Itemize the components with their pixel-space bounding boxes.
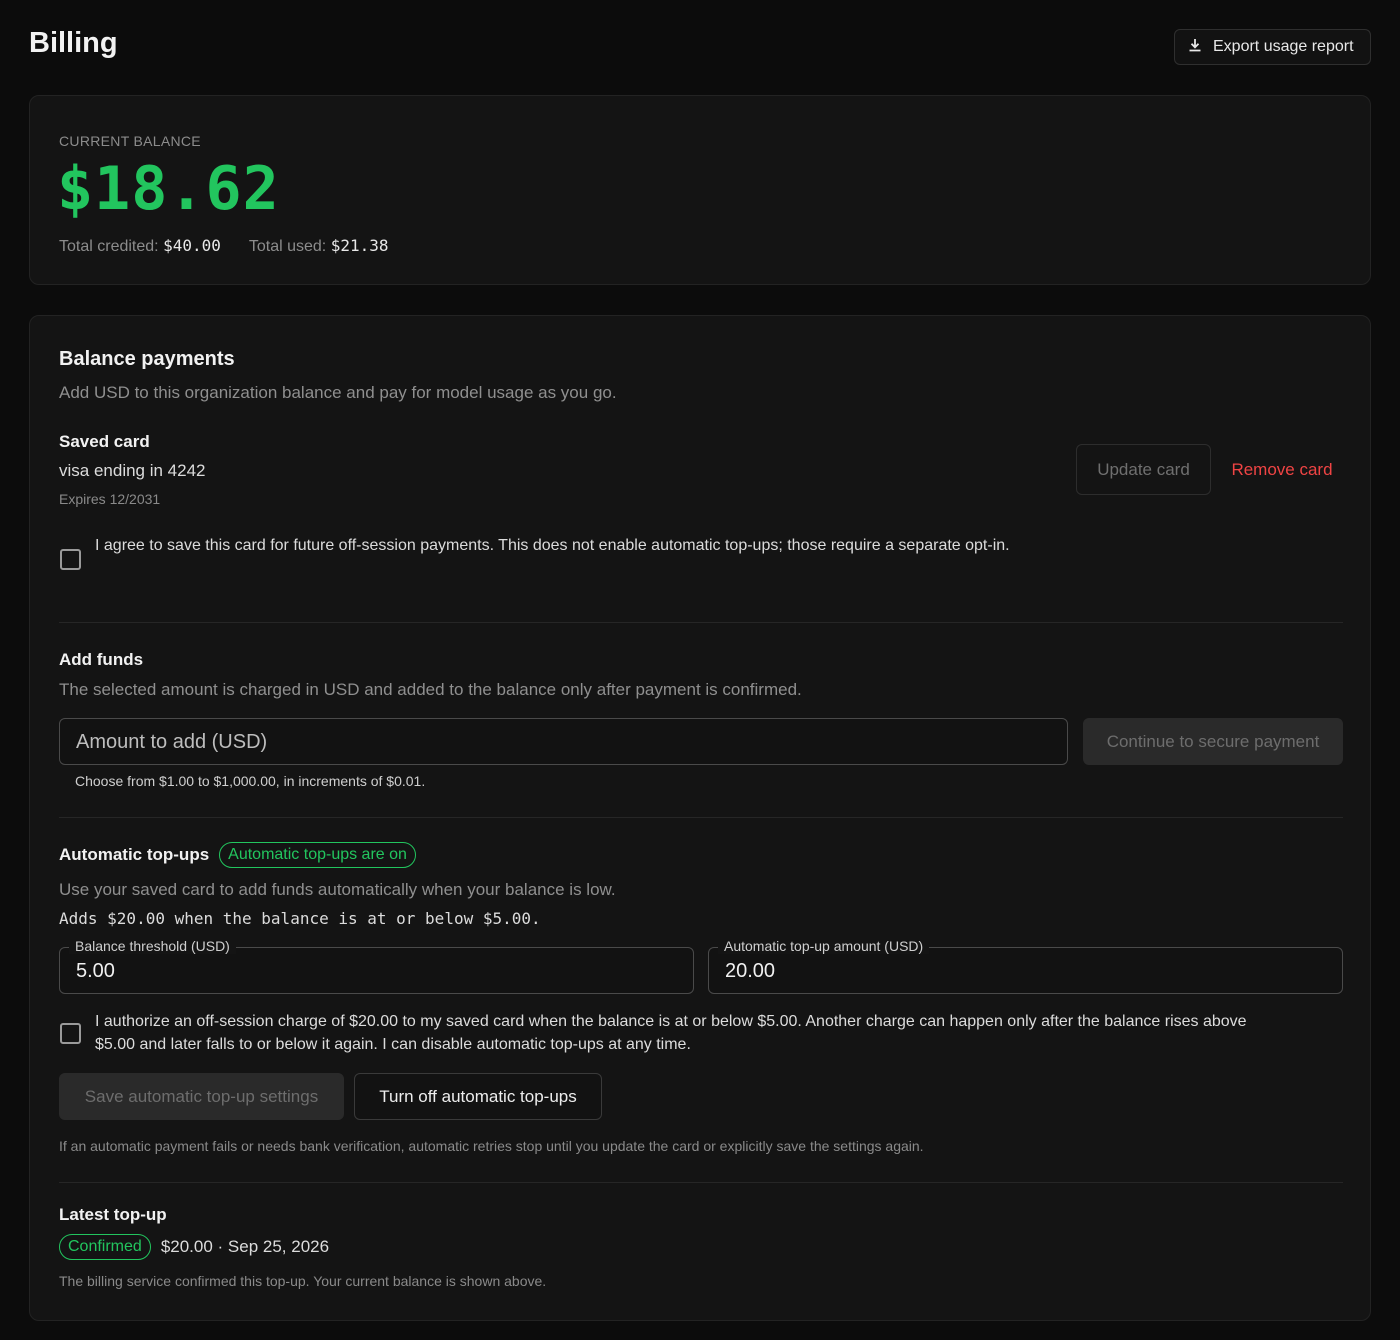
total-credited-label: Total credited: — [59, 238, 159, 255]
balance-threshold-field[interactable]: 5.00 — [59, 947, 694, 994]
divider — [59, 817, 1343, 818]
page-title: Billing — [29, 27, 118, 59]
latest-topup-row: Confirmed $20.00 · Sep 25, 2026 — [59, 1234, 329, 1260]
authorize-off-session-text: I authorize an off-session charge of $20… — [95, 1010, 1247, 1056]
current-balance-label: CURRENT BALANCE — [59, 133, 201, 149]
auto-topups-description: Use your saved card to add funds automat… — [59, 880, 616, 899]
save-card-consent-text: I agree to save this card for future off… — [95, 537, 1010, 554]
divider — [59, 622, 1343, 623]
turn-off-auto-topups-button[interactable]: Turn off automatic top-ups — [354, 1073, 602, 1120]
divider — [59, 1182, 1343, 1183]
auto-topup-amount-value: 20.00 — [725, 960, 776, 982]
add-funds-description: The selected amount is charged in USD an… — [59, 680, 802, 699]
saved-card-number: visa ending in 4242 — [59, 461, 206, 480]
latest-topup-summary: $20.00 · Sep 25, 2026 — [160, 1237, 330, 1256]
add-funds-helper-text: Choose from $1.00 to $1,000.00, in incre… — [75, 773, 426, 789]
auto-topups-footnote: If an automatic payment fails or needs b… — [59, 1138, 924, 1154]
authorize-off-session-checkbox[interactable] — [60, 1023, 81, 1044]
auto-topups-heading: Automatic top-ups — [59, 845, 210, 864]
balance-payments-title: Balance payments — [59, 348, 235, 370]
auto-topups-status-badge: Automatic top-ups are on — [219, 842, 416, 868]
balance-card: CURRENT BALANCE $18.62 Total credited: $… — [29, 95, 1371, 285]
latest-topup-note: The billing service confirmed this top-u… — [59, 1273, 547, 1289]
total-used: Total used: $21.38 — [249, 236, 389, 256]
auto-topups-header: Automatic top-ups Automatic top-ups are … — [59, 842, 416, 868]
auto-topup-amount-field[interactable]: 20.00 — [708, 947, 1343, 994]
latest-topup-heading: Latest top-up — [59, 1205, 167, 1224]
save-card-consent-checkbox[interactable] — [60, 549, 81, 570]
total-credited: Total credited: $40.00 — [59, 236, 221, 256]
update-card-button[interactable]: Update card — [1076, 444, 1211, 495]
total-used-value: $21.38 — [330, 236, 389, 255]
balance-threshold-label: Balance threshold (USD) — [69, 938, 236, 954]
total-used-label: Total used: — [248, 238, 327, 255]
auto-topups-rule: Adds $20.00 when the balance is at or be… — [59, 909, 541, 928]
saved-card-heading: Saved card — [59, 432, 150, 451]
export-usage-report-button[interactable]: Export usage report — [1174, 29, 1371, 65]
add-funds-heading: Add funds — [59, 650, 144, 669]
balance-totals: Total credited: $40.00 Total used: $21.3… — [59, 236, 389, 256]
continue-to-secure-payment-button[interactable]: Continue to secure payment — [1083, 718, 1343, 765]
saved-card-expiry: Expires 12/2031 — [59, 491, 161, 507]
balance-payments-card: Balance payments Add USD to this organiz… — [29, 315, 1371, 1321]
balance-threshold-value: 5.00 — [76, 960, 115, 982]
auto-topup-amount-label: Automatic top-up amount (USD) — [718, 938, 930, 954]
amount-to-add-placeholder: Amount to add (USD) — [76, 731, 268, 753]
save-auto-topup-settings-button[interactable]: Save automatic top-up settings — [59, 1073, 344, 1120]
current-balance-amount: $18.62 — [57, 154, 280, 224]
export-usage-report-label: Export usage report — [1213, 38, 1354, 55]
download-icon — [1187, 37, 1203, 58]
total-credited-value: $40.00 — [163, 236, 221, 255]
amount-to-add-input[interactable]: Amount to add (USD) — [59, 718, 1068, 765]
latest-topup-status-badge: Confirmed — [59, 1234, 151, 1260]
authorize-text-line-1: I authorize an off-session charge of $20… — [95, 1013, 1247, 1030]
remove-card-button[interactable]: Remove card — [1220, 444, 1344, 495]
authorize-text-line-2: $5.00 and later falls to or below it aga… — [95, 1036, 691, 1053]
balance-payments-description: Add USD to this organization balance and… — [59, 383, 617, 402]
